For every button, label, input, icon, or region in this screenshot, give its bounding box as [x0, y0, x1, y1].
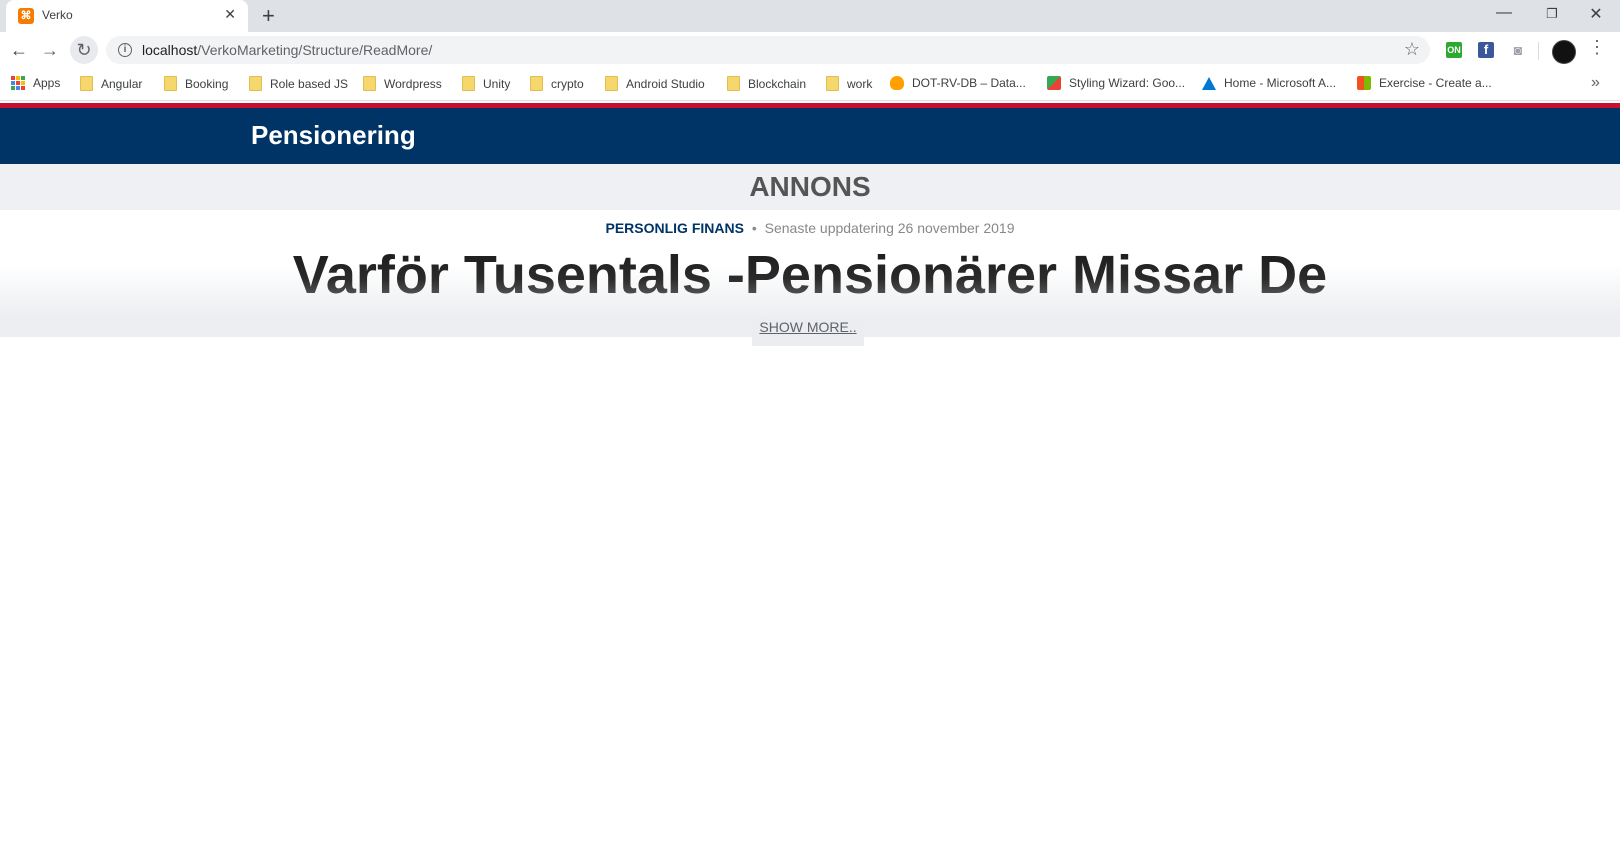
- bookmark-apps[interactable]: Apps: [11, 76, 60, 90]
- browser-tab[interactable]: ⌘ Verko ✕: [6, 0, 248, 32]
- new-tab-button[interactable]: +: [262, 3, 275, 29]
- bookmark-label: Styling Wizard: Goo...: [1069, 76, 1186, 90]
- window-close-button[interactable]: ✕: [1576, 4, 1616, 24]
- microsoft-icon: [1357, 76, 1371, 90]
- folder-icon: [164, 76, 177, 91]
- bookmark-booking[interactable]: Booking: [164, 76, 228, 91]
- folder-icon: [462, 76, 475, 91]
- bookmark-label: Home - Microsoft A...: [1224, 76, 1337, 90]
- site-header: Pensionering: [0, 108, 1620, 164]
- apps-grid-icon: [11, 76, 25, 90]
- bookmark-label: Booking: [185, 76, 229, 91]
- azure-icon: [1202, 76, 1216, 90]
- minimize-button[interactable]: —: [1484, 4, 1524, 22]
- folder-icon: [363, 76, 376, 91]
- bookmark-label: crypto: [551, 76, 584, 91]
- url-host: localhost: [142, 42, 198, 58]
- folder-icon: [727, 76, 740, 91]
- profile-avatar[interactable]: [1552, 40, 1576, 64]
- address-bar[interactable]: i localhost/VerkoMarketing/Structure/Rea…: [106, 36, 1430, 64]
- menu-dots-icon[interactable]: ⋮: [1588, 37, 1606, 58]
- ad-banner: ANNONS: [0, 164, 1620, 210]
- bookmark-unity[interactable]: Unity: [462, 76, 510, 91]
- bookmark-label: Role based JS: [270, 76, 349, 91]
- bookmark-firebase[interactable]: DOT-RV-DB – Data...: [890, 76, 1026, 90]
- meta-separator: •: [751, 220, 757, 236]
- xampp-favicon-icon: ⌘: [18, 8, 34, 24]
- bookmark-label: work: [847, 76, 873, 91]
- folder-icon: [530, 76, 543, 91]
- article-category[interactable]: PERSONLIG FINANS: [605, 220, 743, 236]
- info-icon[interactable]: i: [118, 43, 132, 57]
- folder-icon: [605, 76, 618, 91]
- firebase-icon: [890, 76, 904, 90]
- bookmark-microsoft-azure[interactable]: Home - Microsoft A...: [1202, 76, 1336, 90]
- folder-icon: [826, 76, 839, 91]
- bookmark-label: Exercise - Create a...: [1379, 76, 1492, 90]
- bookmark-role-based-js[interactable]: Role based JS: [249, 76, 348, 91]
- bookmark-star-icon[interactable]: ☆: [1404, 39, 1420, 60]
- bookmark-label: Android Studio: [626, 76, 705, 91]
- bookmark-angular[interactable]: Angular: [80, 76, 142, 91]
- bookmark-label: DOT-RV-DB – Data...: [912, 76, 1026, 90]
- url-text[interactable]: localhost/VerkoMarketing/Structure/ReadM…: [142, 42, 432, 58]
- article-meta: PERSONLIG FINANS • Senaste uppdatering 2…: [0, 220, 1620, 236]
- reload-button[interactable]: ↻: [70, 36, 98, 64]
- restore-button[interactable]: ❐: [1532, 6, 1572, 22]
- tab-title: Verko: [42, 8, 73, 22]
- bookmark-label: Angular: [101, 76, 143, 91]
- bookmark-label: Wordpress: [384, 76, 442, 91]
- url-path: /VerkoMarketing/Structure/ReadMore/: [197, 42, 433, 58]
- show-more-button[interactable]: SHOW MORE..: [752, 316, 864, 346]
- ad-label: ANNONS: [749, 171, 871, 202]
- folder-icon: [249, 76, 262, 91]
- bookmark-label: Unity: [483, 76, 511, 91]
- site-brand[interactable]: Pensionering: [251, 120, 416, 151]
- tab-strip: ⌘ Verko ✕ + — ❐ ✕: [0, 0, 1620, 32]
- back-button[interactable]: ←: [7, 38, 31, 62]
- article-headline: Varför Tusentals -Pensionärer Missar De: [0, 245, 1620, 305]
- bookmark-android-studio[interactable]: Android Studio: [605, 76, 705, 91]
- bookmarks-overflow-icon[interactable]: »: [1591, 74, 1600, 92]
- bookmark-blockchain[interactable]: Blockchain: [727, 76, 806, 91]
- bookmark-styling-wizard[interactable]: Styling Wizard: Goo...: [1047, 76, 1185, 90]
- bookmark-crypto[interactable]: crypto: [530, 76, 584, 91]
- maps-icon: [1047, 76, 1061, 90]
- article-updated: Senaste uppdatering 26 november 2019: [764, 220, 1015, 236]
- bookmarks-bar: Apps Angular Booking Role based JS Wordp…: [0, 68, 1620, 101]
- bookmark-work[interactable]: work: [826, 76, 872, 91]
- bookmark-label: Apps: [33, 76, 61, 90]
- forward-button[interactable]: →: [38, 38, 62, 62]
- bookmark-exercise[interactable]: Exercise - Create a...: [1357, 76, 1492, 90]
- camera-icon[interactable]: ◙: [1510, 42, 1526, 58]
- toolbar-divider: [1538, 42, 1539, 60]
- on-extension-icon[interactable]: ON: [1446, 42, 1462, 58]
- bookmark-wordpress[interactable]: Wordpress: [363, 76, 442, 91]
- browser-toolbar: ← → ↻ i localhost/VerkoMarketing/Structu…: [0, 32, 1620, 68]
- bookmark-label: Blockchain: [748, 76, 807, 91]
- folder-icon: [80, 76, 93, 91]
- tab-close-icon[interactable]: ✕: [224, 6, 236, 23]
- facebook-icon[interactable]: f: [1478, 42, 1494, 58]
